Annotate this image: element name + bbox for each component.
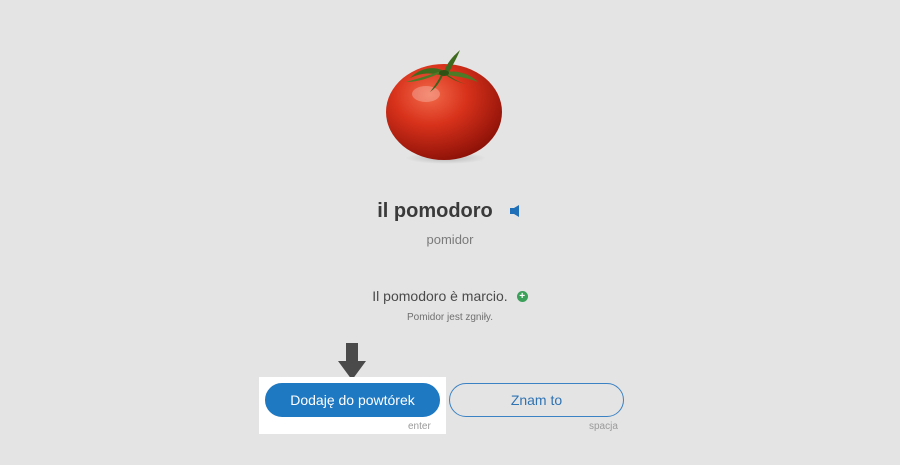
example-translation: Pomidor jest zgniły. — [407, 312, 493, 323]
tomato-image — [386, 50, 502, 164]
speaker-icon[interactable] — [509, 204, 523, 218]
add-to-review-button[interactable]: Dodaję do powtórek — [265, 383, 440, 417]
word-title: il pomodoro — [377, 199, 493, 222]
word-translation: pomidor — [426, 232, 474, 247]
know-it-button[interactable]: Znam to — [449, 383, 624, 417]
space-hint: spacja — [589, 421, 618, 432]
example-row: Il pomodoro è marcio. + — [0, 286, 900, 306]
arrow-down-icon — [338, 343, 366, 380]
plus-icon[interactable]: + — [516, 290, 528, 302]
enter-hint: enter — [408, 421, 431, 432]
example-sentence: Il pomodoro è marcio. — [372, 288, 508, 304]
word-row: il pomodoro — [0, 196, 900, 226]
